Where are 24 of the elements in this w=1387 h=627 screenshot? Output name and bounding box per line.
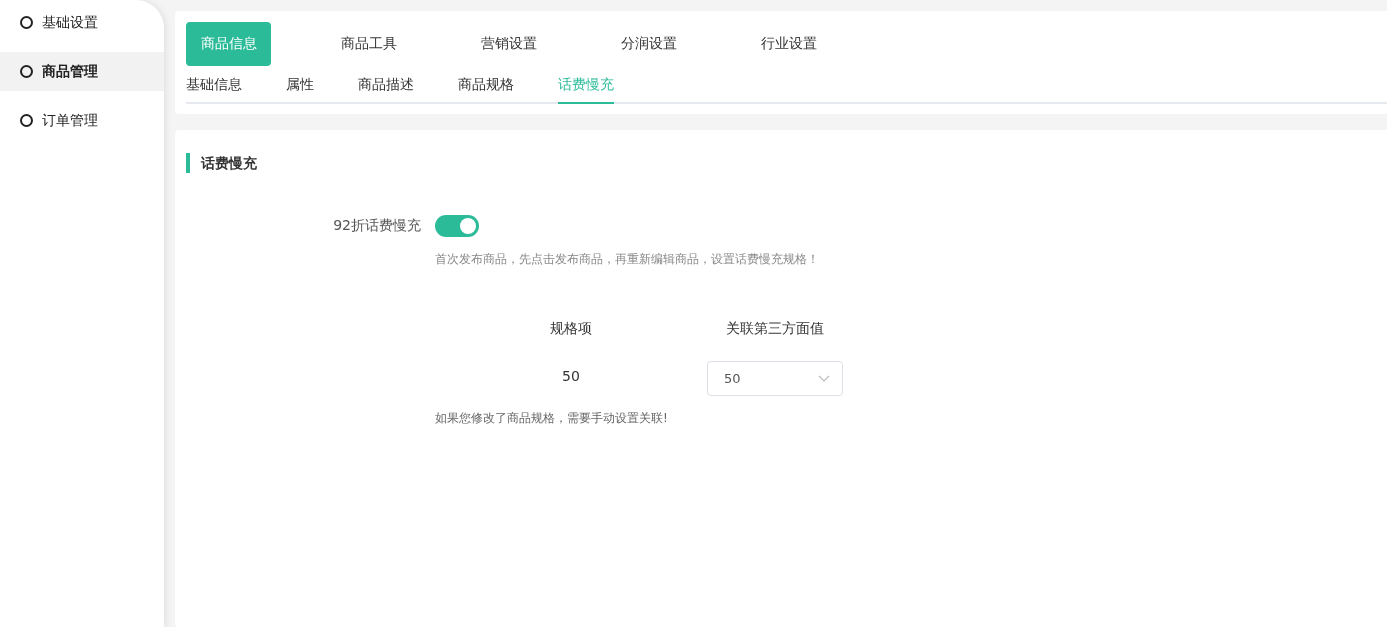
toggle-label: 92折话费慢充	[332, 217, 422, 235]
sub-tab[interactable]: 基础信息	[186, 76, 242, 104]
note-text: 如果您修改了商品规格，需要手动设置关联!	[435, 410, 669, 427]
toggle-switch[interactable]	[435, 215, 479, 237]
sub-tab[interactable]: 商品描述	[358, 76, 414, 104]
sidebar-item[interactable]: 基础设置	[0, 3, 164, 42]
column-header: 关联第三方面值	[725, 320, 825, 338]
sub-tab[interactable]: 商品规格	[458, 76, 514, 104]
chevron-down-icon	[818, 374, 830, 383]
circle-icon	[20, 16, 33, 29]
tab[interactable]: 行业设置	[746, 22, 831, 66]
value-select[interactable]: 50	[707, 361, 843, 396]
tab[interactable]: 商品工具	[326, 22, 411, 66]
sub-tab[interactable]: 属性	[286, 76, 314, 104]
sidebar-item[interactable]: 商品管理	[0, 52, 164, 91]
table-cell-text: 50	[561, 368, 581, 386]
circle-icon	[20, 114, 33, 127]
section-title: 话费慢充	[186, 153, 1387, 173]
tab[interactable]: 分润设置	[606, 22, 691, 66]
sidebar-item[interactable]: 订单管理	[0, 101, 164, 140]
hint-text: 首次发布商品，先点击发布商品，再重新编辑商品，设置话费慢充规格！	[435, 251, 820, 268]
tab[interactable]: 营销设置	[466, 22, 551, 66]
circle-icon	[20, 65, 33, 78]
column-header: 规格项	[549, 320, 593, 338]
